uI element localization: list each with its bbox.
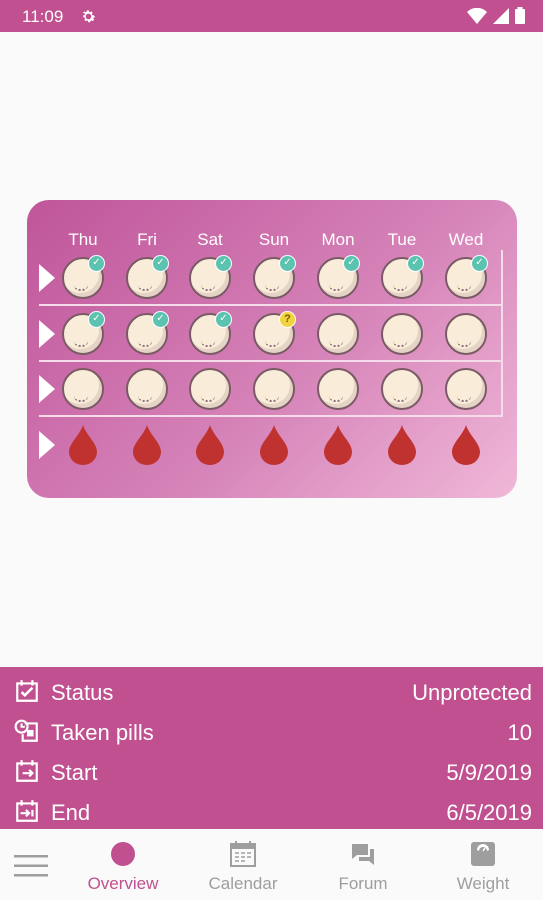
weekday-label: Tue [387,230,417,249]
info-panel: Status Unprotected Taken pills 10 Start … [0,667,543,829]
check-icon: ✓ [88,311,105,328]
blood-drop-icon[interactable] [451,425,481,465]
pill[interactable] [126,368,168,410]
pill[interactable] [253,368,295,410]
blood-drop-icon[interactable] [132,425,162,465]
taken-pills-label: Taken pills [51,720,154,745]
pill-pack-card: Thu Fri Sat Sun Mon Tue Wed ✓ ✓ ✓ ✓ ✓ ✓ ✓ ✓ ✓ ✓? [27,200,517,498]
status-value: Unprotected [412,680,532,705]
pill[interactable] [189,368,231,410]
check-icon: ✓ [215,255,232,272]
status-label: Status [51,680,114,705]
scale-icon [471,842,495,866]
weekday-label: Mon [321,230,355,249]
wifi-icon [467,7,487,24]
end-row: End 6/5/2019 [0,790,543,830]
check-icon: ✓ [407,255,424,272]
battery-icon [515,7,525,24]
pill[interactable] [317,313,359,355]
circle-icon [111,842,135,866]
calendar-start-icon [16,760,38,782]
pill-clock-icon [14,719,38,742]
clock: 11:09 [22,7,64,26]
weekday-label: Sun [258,230,290,249]
nav-weight[interactable]: Weight [428,829,538,900]
nav-weight-label: Weight [456,874,510,893]
signal-icon [493,7,509,24]
status-bar: 11:09 [0,0,543,32]
nav-forum[interactable]: Forum [308,829,418,900]
gear-icon [82,10,96,23]
blood-drop-icon[interactable] [259,425,289,465]
taken-pills-value: 10 [507,720,532,745]
weekday-label: Fri [137,230,157,249]
status-row: Status Unprotected [0,670,543,710]
weekday-label: Thu [68,230,98,249]
end-value: 6/5/2019 [446,800,532,825]
pill[interactable] [381,368,423,410]
end-label: End [51,800,91,825]
calendar-icon [230,841,256,867]
pill[interactable] [317,368,359,410]
pill[interactable] [381,313,423,355]
check-icon: ✓ [279,255,296,272]
pill[interactable] [445,313,487,355]
bottom-navigation: Overview Calendar Forum Weight [0,829,543,900]
check-icon: ✓ [471,255,488,272]
check-icon: ✓ [152,311,169,328]
calendar-end-icon [16,800,38,822]
nav-calendar-label: Calendar [208,874,278,893]
row-start-arrow-icon [39,431,55,459]
check-icon: ✓ [215,311,232,328]
chat-icon [352,844,374,865]
pill[interactable] [445,368,487,410]
start-label: Start [51,760,98,785]
nav-calendar[interactable]: Calendar [188,829,298,900]
blood-drop-icon[interactable] [387,425,417,465]
weekday-label: Sat [197,230,223,249]
calendar-check-icon [16,680,38,702]
nav-overview[interactable]: Overview [68,829,178,900]
question-icon: ? [279,311,296,328]
blood-drop-icon[interactable] [195,425,225,465]
check-icon: ✓ [152,255,169,272]
blood-drop-icon[interactable] [68,425,98,465]
start-row: Start 5/9/2019 [0,750,543,790]
weekday-header: Thu Fri Sat Sun Mon Tue Wed [27,230,517,252]
nav-forum-label: Forum [338,874,388,893]
check-icon: ✓ [88,255,105,272]
check-icon: ✓ [343,255,360,272]
pill[interactable] [62,368,104,410]
blood-drop-icon[interactable] [323,425,353,465]
start-value: 5/9/2019 [446,760,532,785]
hamburger-menu-icon[interactable] [14,853,48,879]
taken-pills-row: Taken pills 10 [0,710,543,750]
weekday-label: Wed [448,230,484,249]
nav-overview-label: Overview [87,874,159,893]
